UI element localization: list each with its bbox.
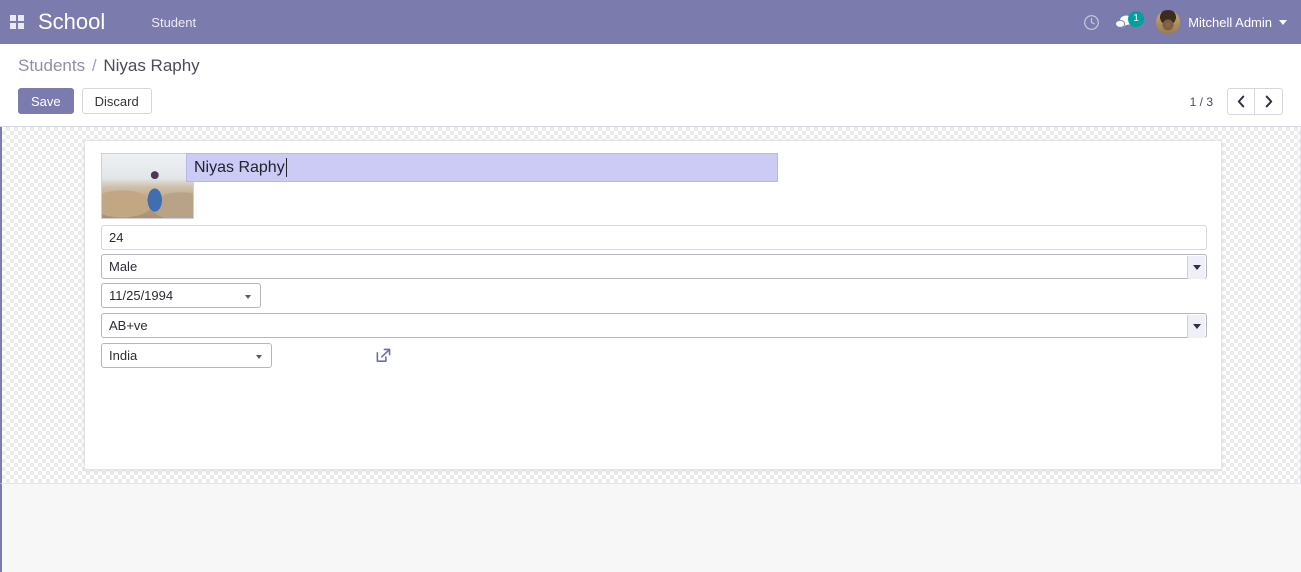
pager-next-button[interactable]: [1255, 88, 1283, 115]
field-country-row: India: [101, 343, 401, 368]
text-cursor: [285, 158, 287, 177]
save-button[interactable]: Save: [18, 88, 74, 114]
record-pager: 1 / 3: [1190, 88, 1283, 115]
apps-grid-square: [18, 23, 24, 29]
gender-selected-value: Male: [109, 259, 138, 274]
menu-item-student[interactable]: Student: [151, 15, 196, 30]
messages-chat-icon[interactable]: 1: [1108, 0, 1145, 44]
apps-grid-square: [10, 23, 16, 29]
user-menu[interactable]: Mitchell Admin: [1156, 10, 1287, 34]
breadcrumb-current-record: Niyas Raphy: [103, 56, 200, 75]
avatar: [1156, 10, 1181, 34]
breadcrumb-item-students[interactable]: Students: [18, 56, 85, 75]
navbar-right-group: 1 Mitchell Admin: [1074, 0, 1301, 44]
blood-group-select[interactable]: AB+ve: [101, 313, 1207, 338]
chevron-down-icon: [1193, 324, 1201, 329]
date-of-birth-value: 11/25/1994: [109, 288, 174, 303]
age-input[interactable]: 24: [101, 225, 1207, 250]
country-select[interactable]: India: [101, 343, 272, 368]
apps-grid-icon[interactable]: [10, 15, 26, 29]
date-of-birth-select[interactable]: 11/25/1994: [101, 283, 261, 308]
pager-count-label: 1 / 3: [1189, 94, 1213, 109]
form-sheet: Niyas Raphy 24 Male 11/25/1994 AB+ve Ind…: [84, 140, 1222, 470]
messages-badge-count: 1: [1128, 11, 1145, 27]
breadcrumb: Students / Niyas Raphy: [18, 56, 200, 76]
field-blood-group-row: AB+ve: [101, 313, 1207, 338]
user-name-label: Mitchell Admin: [1188, 14, 1272, 30]
discard-button[interactable]: Discard: [81, 88, 152, 114]
field-gender-row: Male: [101, 254, 1207, 279]
field-dob-row: 11/25/1994: [101, 283, 261, 308]
external-link-icon[interactable]: [373, 343, 393, 368]
blood-group-selected-value: AB+ve: [109, 318, 148, 333]
student-name-input[interactable]: Niyas Raphy: [186, 153, 778, 182]
field-age-row: 24: [101, 225, 1207, 250]
activity-clock-icon[interactable]: [1074, 0, 1108, 44]
control-panel: Students / Niyas Raphy Save Discard 1 / …: [0, 44, 1301, 127]
chevron-down-icon: [1193, 265, 1201, 270]
chevron-down-icon: [256, 355, 262, 359]
country-selected-value: India: [109, 348, 138, 363]
top-navbar: School Student 1 Mitchell Admin: [0, 0, 1301, 44]
student-photo[interactable]: [101, 153, 194, 219]
student-name-value: Niyas Raphy: [194, 158, 285, 176]
apps-grid-square: [10, 15, 16, 21]
apps-grid-square: [18, 15, 24, 21]
app-brand-school[interactable]: School: [38, 9, 105, 35]
record-action-buttons: Save Discard: [18, 88, 152, 114]
form-view-background: Niyas Raphy 24 Male 11/25/1994 AB+ve Ind…: [0, 127, 1301, 483]
breadcrumb-separator: /: [91, 56, 97, 75]
chevron-down-icon: [245, 295, 251, 299]
gender-select[interactable]: Male: [101, 254, 1207, 279]
chevron-down-icon: [1279, 19, 1287, 25]
pager-previous-button[interactable]: [1227, 88, 1255, 115]
page-footer-area: [0, 483, 1301, 572]
